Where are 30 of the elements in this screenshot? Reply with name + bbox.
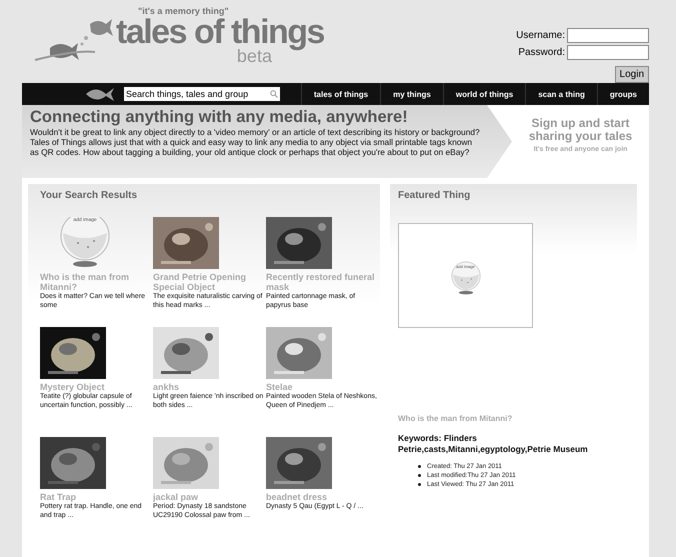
panel-title: Your Search Results (40, 190, 138, 201)
logo-subtitle: beta (236, 48, 272, 64)
keywords-text: Keywords: Flinders Petrie,casts,Mitanni,egyptology,Petrie Museum (398, 433, 589, 455)
banner-heading: Connecting anything with any media, anywhere! (30, 108, 409, 127)
password-label: Password: (517, 47, 565, 58)
bullet-icon (418, 474, 421, 477)
result-title[interactable]: Grand Petrie Opening Special Object (153, 272, 266, 292)
result-title[interactable]: Stelae (266, 382, 379, 392)
banner-text: Wouldn't it be great to link any object directly to a 'video memory' or an article of text describing its history or background? Tales of Things allows just that with a quick and easy way to link any media to any object via small printable tags known as QR codes. How about tagging a building, your old antique clock or perhaps that object you're about to put on eBay? (30, 127, 481, 157)
signup-link[interactable]: Sign up and start sharing your tales (520, 117, 640, 143)
search-icon[interactable] (270, 90, 278, 98)
search-field[interactable]: Search things, tales and group (124, 87, 280, 101)
featured-title[interactable]: Who is the man from Mitanni? (398, 414, 629, 423)
logo-title[interactable]: tales of things (116, 16, 324, 48)
logo-tagline: "it's a memory thing" (138, 6, 230, 16)
bullet-icon (418, 465, 421, 468)
result-title[interactable]: Rat Trap (40, 492, 153, 502)
bowl-icon (58, 217, 112, 269)
password-field[interactable] (567, 45, 649, 60)
result-title[interactable]: beadnet dress (266, 492, 379, 502)
result-title[interactable]: Mystery Object (40, 382, 153, 392)
panel-title: Featured Thing (398, 190, 472, 201)
result-title[interactable]: Recently restored funeral mask (266, 272, 379, 292)
result-title[interactable]: ankhs (153, 382, 266, 392)
bullet-icon (418, 483, 421, 486)
login-button[interactable]: Login (614, 66, 649, 83)
username-label: Username: (516, 30, 565, 41)
result-title[interactable]: Who is the man from Mitanni? (40, 272, 153, 292)
username-field[interactable] (567, 28, 649, 43)
result-title[interactable]: jackal paw (153, 492, 266, 502)
